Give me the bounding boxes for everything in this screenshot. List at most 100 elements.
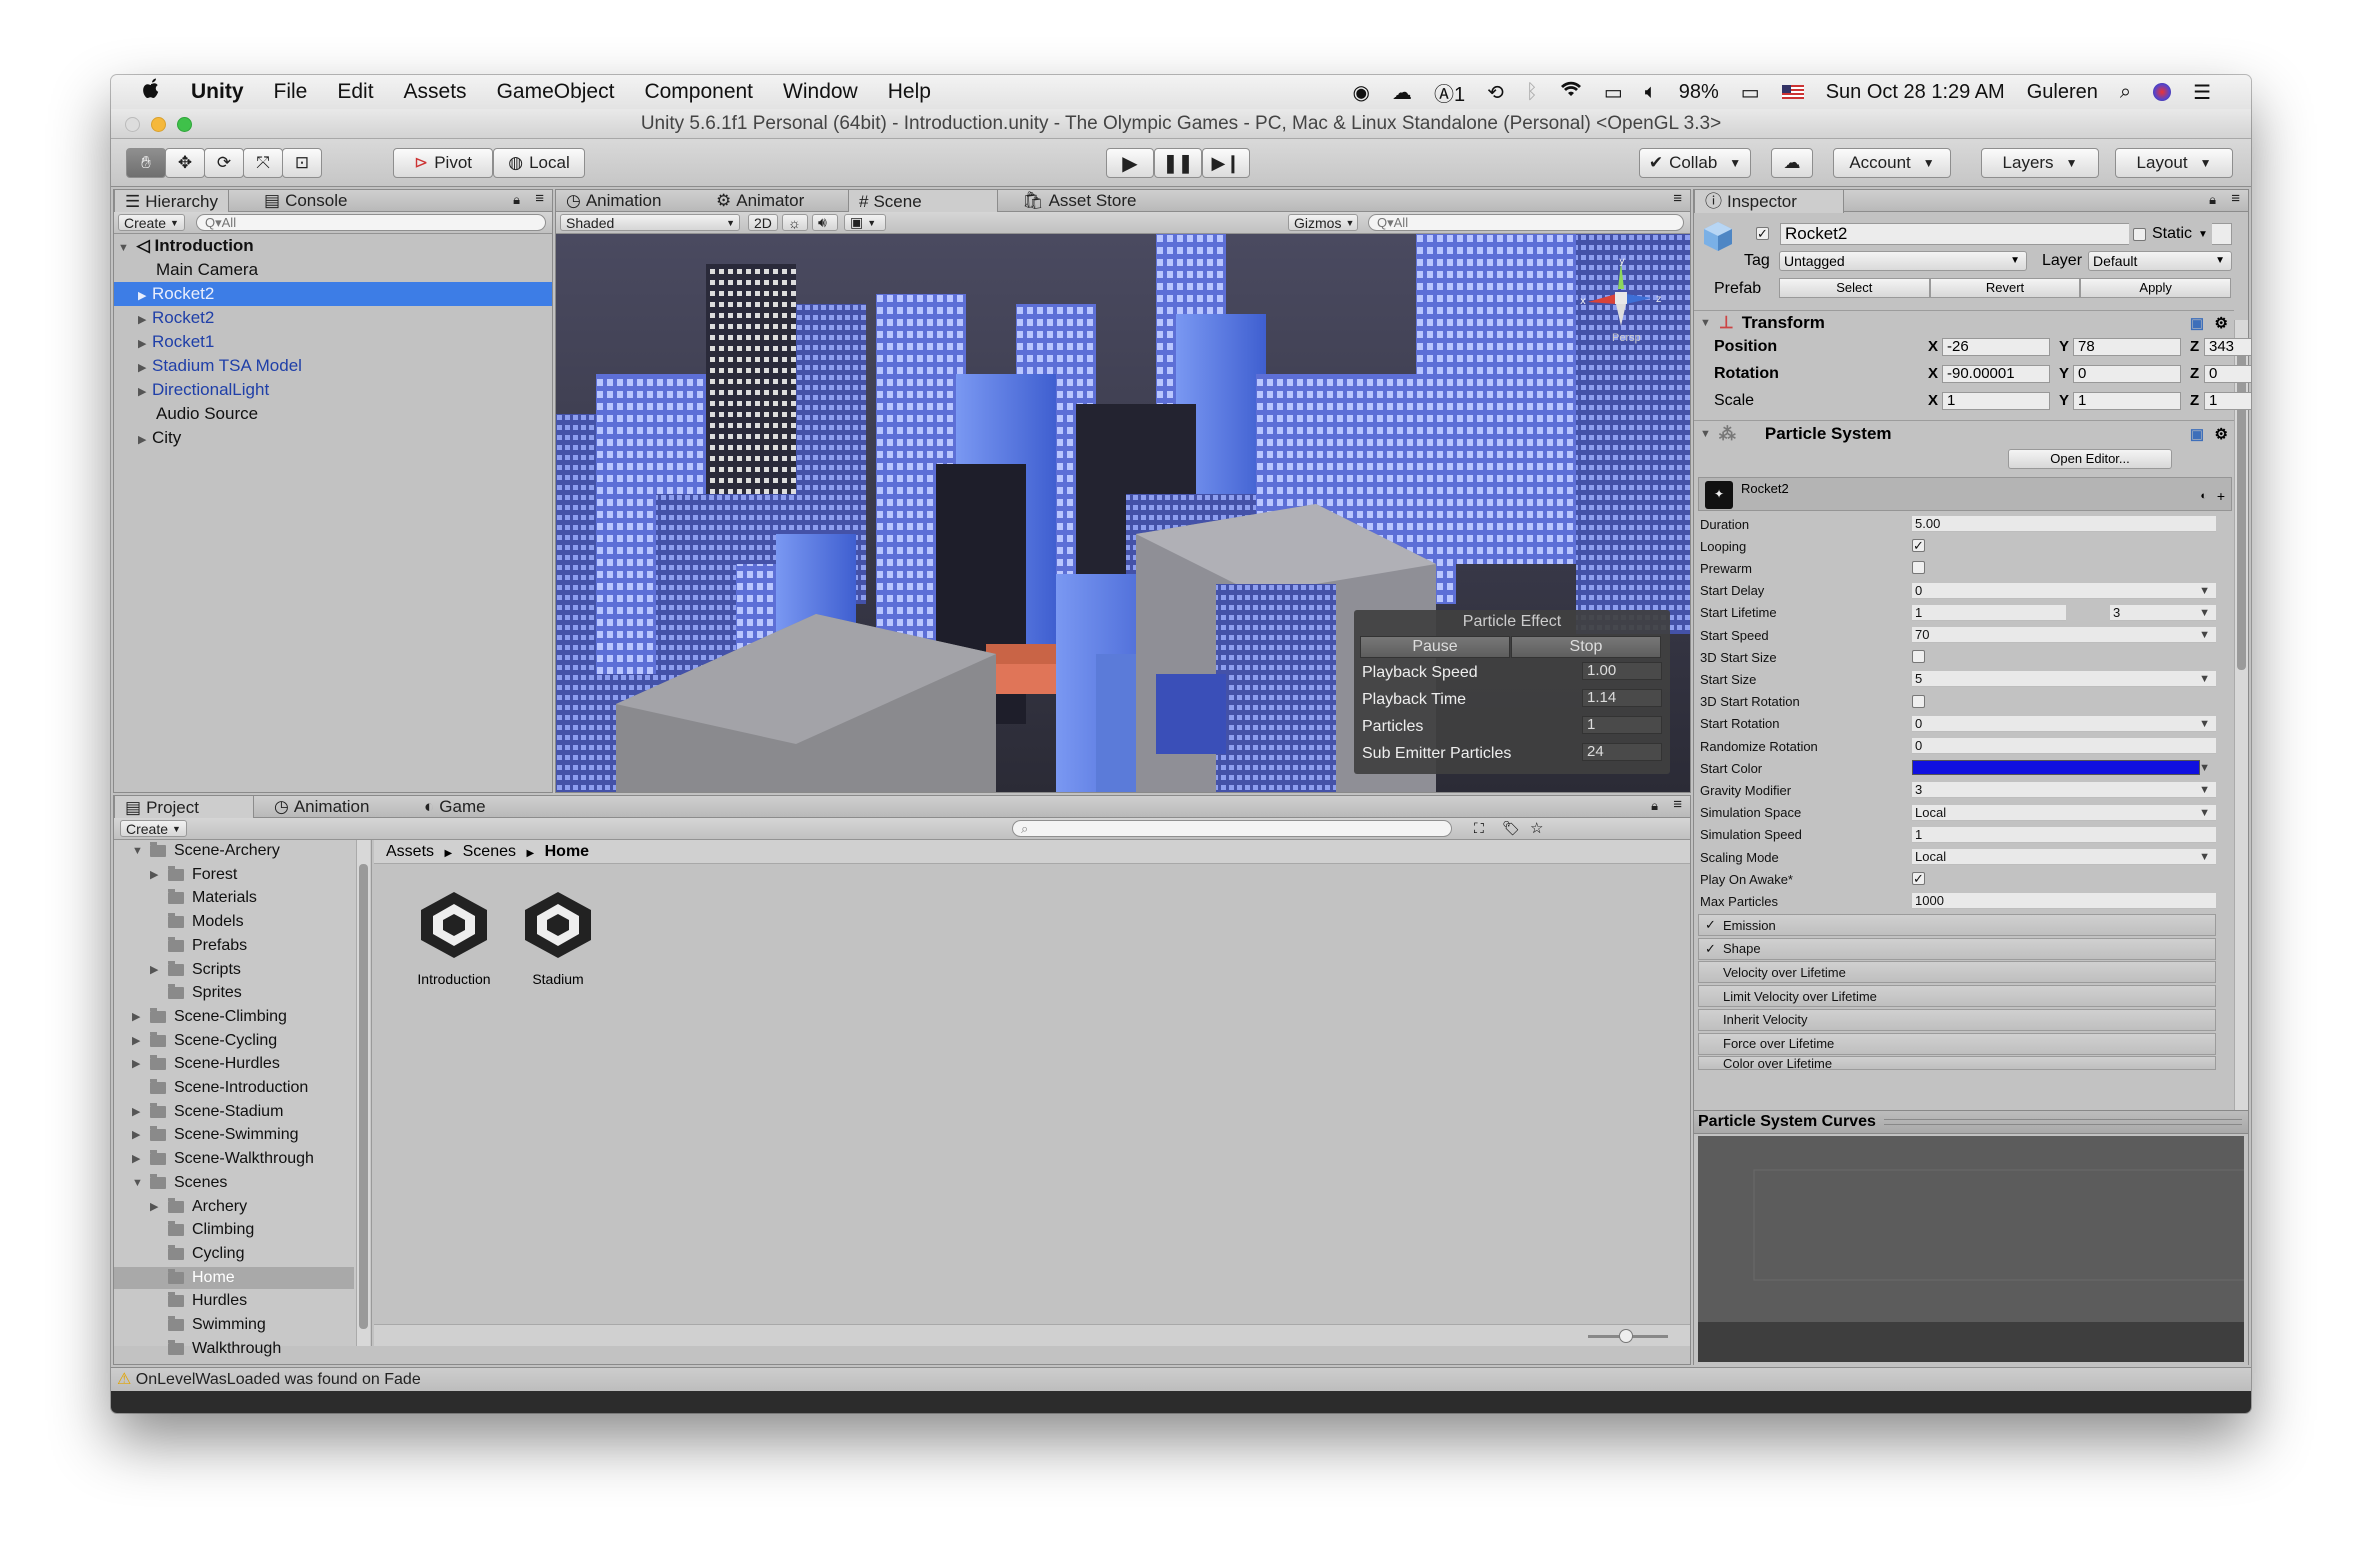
menu-edit[interactable]: Edit — [337, 80, 373, 104]
panel-menu-icon[interactable]: ≡ — [535, 190, 544, 207]
add-icon[interactable]: + — [2217, 488, 2225, 504]
particle-pause-button[interactable]: Pause — [1360, 636, 1510, 658]
module-checkbox[interactable]: ✓ — [1705, 917, 1717, 933]
particle-module-header[interactable]: ✓ Emission — [1698, 914, 2216, 936]
hierarchy-item-rocket1[interactable]: ▶ Rocket1 — [114, 330, 552, 354]
axis-label-y[interactable]: Y — [2059, 392, 2069, 409]
project-tree-item[interactable]: ▶ Scene-Cycling — [132, 1030, 277, 1052]
asset-introduction[interactable]: Introduction — [414, 888, 494, 998]
chevron-down-icon[interactable]: ▼ — [2199, 851, 2210, 863]
chevron-down-icon[interactable]: ▼ — [2199, 718, 2210, 730]
breadcrumb-home[interactable]: Home — [545, 843, 589, 860]
axis-label-x[interactable]: X — [1928, 338, 1938, 355]
filter-type-icon[interactable]: ⛶ — [1474, 820, 1484, 837]
particle-module-header[interactable]: Inherit Velocity — [1698, 1008, 2216, 1031]
project-tree-item[interactable]: ▼ Scenes — [132, 1172, 227, 1194]
curves-drag-handle[interactable] — [1883, 1119, 2242, 1125]
scene-viewport[interactable]: y x z Persp Particle Effect Pause Stop P… — [556, 234, 1690, 792]
hierarchy-create-button[interactable]: Create ▼ — [118, 214, 185, 231]
hierarchy-item-main-camera[interactable]: Main Camera — [114, 258, 552, 282]
prefab-revert-button[interactable]: Revert — [1929, 278, 2081, 298]
particle-row-checkbox[interactable] — [1912, 650, 1925, 664]
expand-arrow-icon[interactable]: ▼ — [1700, 317, 1711, 329]
transform-position-y-field[interactable]: 78 — [2073, 338, 2181, 356]
curves-editor[interactable] — [1698, 1136, 2251, 1322]
pivot-toggle[interactable]: ⊳ Pivot — [393, 148, 493, 178]
transform-scale-x-field[interactable]: 1 — [1942, 392, 2050, 410]
expand-arrow-icon[interactable]: ▶ — [138, 332, 152, 356]
collapsed-arrow-icon[interactable]: ▶ — [150, 1196, 164, 1218]
status-bar[interactable]: ⚠ OnLevelWasLoaded was found on Fade — [111, 1367, 2251, 1391]
account-dropdown[interactable]: Account ▼ — [1833, 148, 1951, 178]
playback-speed-field[interactable]: 1.00 — [1582, 662, 1662, 680]
hierarchy-item-city[interactable]: ▶ City — [114, 426, 552, 450]
expand-arrow-icon[interactable]: ▶ — [138, 428, 152, 452]
inspector-scrollbar[interactable] — [2234, 320, 2248, 1110]
project-tree-item[interactable]: ▶ Forest — [150, 864, 237, 886]
project-search-input[interactable]: ⌕ — [1012, 820, 1452, 837]
expand-arrow-icon[interactable]: ▶ — [138, 356, 152, 380]
favorite-star-icon[interactable]: ☆ — [1530, 819, 1543, 837]
record-icon[interactable]: ◉ — [1353, 80, 1370, 105]
volume-icon[interactable]: 🔈︎ — [1645, 81, 1657, 104]
audio-toggle[interactable]: 🔊︎ — [812, 214, 838, 231]
notification-center-icon[interactable]: ☰ — [2193, 80, 2211, 105]
particle-row-field[interactable]: 0 — [1912, 582, 2216, 599]
tag-dropdown[interactable]: Untagged ▼ — [1779, 251, 2027, 271]
chevron-down-icon[interactable]: ▼ — [2199, 784, 2210, 796]
transform-rotation-z-field[interactable]: 0 — [2204, 365, 2251, 383]
particle-module-header[interactable]: Force over Lifetime — [1698, 1032, 2216, 1055]
collapsed-arrow-icon[interactable]: ▶ — [132, 1148, 146, 1170]
project-tree-item[interactable]: ▶ Scene-Stadium — [132, 1101, 283, 1123]
project-tree-item[interactable]: Prefabs — [150, 935, 247, 957]
particle-row-field[interactable]: 5.00 — [1912, 516, 2216, 532]
particle-row-field[interactable]: 5 — [1912, 671, 2216, 688]
tab-console[interactable]: ▤ Console — [254, 190, 357, 212]
menu-file[interactable]: File — [274, 80, 308, 104]
project-tree-item[interactable]: Climbing — [150, 1219, 254, 1241]
battery-icon[interactable]: ▭ — [1741, 80, 1760, 105]
menu-app-name[interactable]: Unity — [191, 80, 244, 104]
airplay-icon[interactable]: ▭ — [1604, 80, 1623, 105]
tab-game[interactable]: ◐ Game — [414, 796, 496, 818]
particle-row-field[interactable]: 0 — [1912, 738, 2216, 754]
tab-animator[interactable]: ⚙ Animator — [706, 190, 814, 212]
panel-menu-icon[interactable]: ≡ — [2231, 190, 2240, 207]
axis-label-z[interactable]: Z — [2190, 392, 2199, 409]
expand-arrow-icon[interactable]: ▼ — [1700, 428, 1711, 440]
scroll-thumb[interactable] — [359, 864, 368, 1329]
menu-window[interactable]: Window — [783, 80, 858, 104]
chevron-down-icon[interactable]: ▼ — [2199, 629, 2210, 641]
particle-module-header[interactable]: Velocity over Lifetime — [1698, 961, 2216, 984]
transform-scale-z-field[interactable]: 1 — [2204, 392, 2251, 410]
label-icon[interactable]: 🏷︎ — [1502, 820, 1520, 837]
gear-icon[interactable]: ⚙ — [2215, 314, 2228, 332]
siri-icon[interactable] — [2153, 83, 2172, 101]
effects-dropdown[interactable]: ▣ ▼ — [844, 214, 886, 231]
project-tree-item[interactable]: Cycling — [150, 1243, 244, 1265]
curve-toggle-icon[interactable]: ◐ — [2200, 490, 2207, 502]
particle-system-header[interactable]: ▼ ⁂ Particle System ▣ ⚙ — [1694, 420, 2234, 446]
asset-stadium[interactable]: Stadium — [518, 888, 598, 998]
adobe-icon[interactable]: Ⓐ1 — [1434, 78, 1465, 107]
bluetooth-icon[interactable]: ᛒ — [1526, 81, 1538, 104]
project-tree-item[interactable]: Walkthrough — [150, 1338, 281, 1360]
hierarchy-item-rocket2-selected[interactable]: ▶ Rocket2 — [114, 282, 552, 306]
project-tree-item[interactable]: Models — [150, 911, 244, 933]
expand-arrow-icon[interactable]: ▼ — [118, 236, 132, 260]
particle-row-field[interactable]: 1 — [1912, 604, 2066, 621]
help-book-icon[interactable]: ▣ — [2190, 314, 2204, 332]
lock-icon[interactable]: 🔒︎ — [513, 192, 520, 208]
hierarchy-item-stadium[interactable]: ▶ Stadium TSA Model — [114, 354, 552, 378]
prefab-select-button[interactable]: Select — [1779, 278, 1930, 298]
panel-menu-icon[interactable]: ≡ — [1673, 190, 1682, 207]
transform-rotation-y-field[interactable]: 0 — [2073, 365, 2181, 383]
axis-label-x[interactable]: X — [1928, 365, 1938, 382]
particle-row-checkbox[interactable] — [1912, 561, 1925, 575]
rect-tool-button[interactable]: ⊡ — [282, 148, 322, 178]
scene-search-input[interactable] — [1368, 214, 1684, 231]
spotlight-icon[interactable]: ⌕ — [2120, 81, 2131, 104]
help-book-icon[interactable]: ▣ — [2190, 425, 2204, 443]
axis-label-z[interactable]: Z — [2190, 365, 2199, 382]
project-tree-item[interactable]: Hurdles — [150, 1290, 247, 1312]
